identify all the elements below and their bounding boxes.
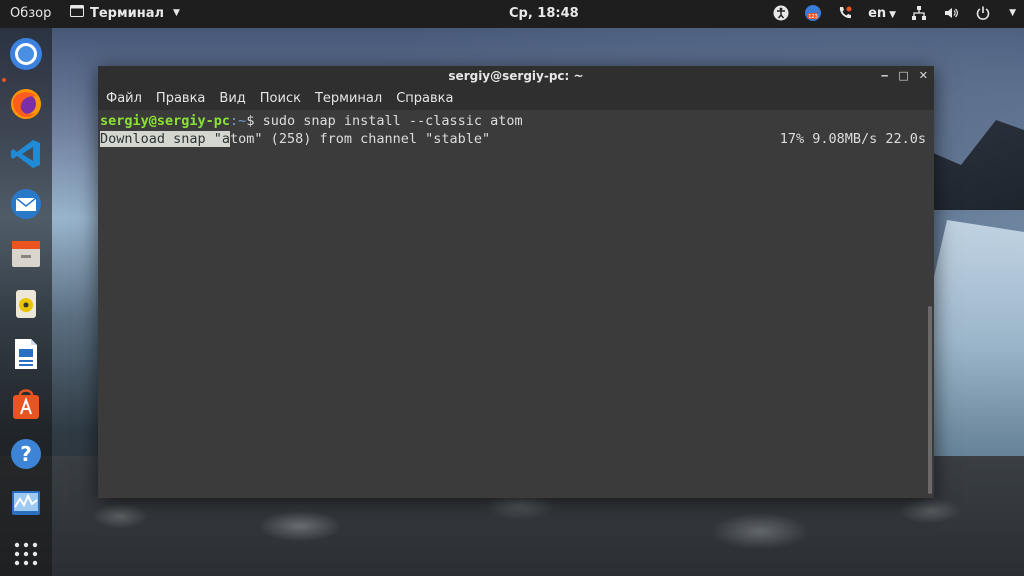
prompt-user: sergiy@sergiy-pc [100, 113, 231, 129]
minimize-icon[interactable]: ‒ [881, 66, 889, 86]
selected-text: Download snap "a [100, 131, 231, 147]
language-label: en [868, 5, 887, 21]
terminal-window[interactable]: sergiy@sergiy-pc: ~ ‒ □ ✕ Файл Правка Ви… [98, 66, 934, 498]
svg-text:?: ? [20, 442, 32, 466]
menu-view[interactable]: Вид [219, 91, 245, 106]
window-titlebar[interactable]: sergiy@sergiy-pc: ~ ‒ □ ✕ [98, 66, 934, 86]
files-icon[interactable] [8, 236, 44, 272]
menu-edit[interactable]: Правка [156, 91, 205, 106]
top-bar: Обзор Терминал ▼ Ср, 18:48 123 en ▼ ▼ [0, 0, 1024, 28]
menu-file[interactable]: Файл [106, 91, 142, 106]
chromium-icon[interactable] [8, 36, 44, 72]
chevron-down-icon[interactable]: ▼ [1009, 8, 1016, 18]
prompt-symbol: $ [246, 113, 263, 129]
prompt-line: sergiy@sergiy-pc:~$ sudo snap install --… [100, 112, 932, 130]
command-text: sudo snap install --classic atom [262, 113, 523, 129]
output-text: tom" (258) from channel "stable" [230, 131, 491, 147]
system-tray: 123 en ▼ ▼ [772, 4, 1016, 22]
network-icon[interactable] [910, 4, 928, 22]
system-monitor-icon[interactable] [8, 486, 44, 522]
power-icon[interactable] [974, 4, 992, 22]
vscode-icon[interactable] [8, 136, 44, 172]
close-icon[interactable]: ✕ [919, 66, 928, 86]
mail-icon[interactable] [8, 186, 44, 222]
app-menu-label: Терминал [90, 5, 165, 21]
app-grid-icon[interactable] [8, 536, 44, 572]
menu-search[interactable]: Поиск [260, 91, 301, 106]
clock[interactable]: Ср, 18:48 [509, 6, 579, 21]
download-progress: 17% 9.08MB/s 22.0s [779, 131, 926, 147]
writer-icon[interactable] [8, 336, 44, 372]
output-line: Download snap "atom" (258) from channel … [100, 130, 932, 148]
running-indicator [2, 78, 6, 82]
chevron-down-icon: ▼ [173, 8, 180, 18]
calendar-badge-icon[interactable]: 123 [804, 4, 822, 22]
chevron-down-icon: ▼ [889, 9, 897, 20]
svg-text:123: 123 [808, 14, 818, 20]
firefox-icon[interactable] [8, 86, 44, 122]
dock: ? [0, 28, 52, 576]
maximize-icon[interactable]: □ [898, 66, 908, 86]
menu-help[interactable]: Справка [396, 91, 453, 106]
phone-icon[interactable] [836, 4, 854, 22]
app-menu[interactable]: Терминал ▼ [70, 5, 180, 21]
window-controls: ‒ □ ✕ [881, 66, 928, 86]
help-icon[interactable]: ? [8, 436, 44, 472]
software-center-icon[interactable] [8, 386, 44, 422]
music-icon[interactable] [8, 286, 44, 322]
terminal-area[interactable]: sergiy@sergiy-pc:~$ sudo snap install --… [98, 110, 934, 498]
menu-bar: Файл Правка Вид Поиск Терминал Справка [98, 86, 934, 110]
terminal-scrollbar[interactable] [928, 306, 932, 494]
accessibility-icon[interactable] [772, 4, 790, 22]
window-title: sergiy@sergiy-pc: ~ [448, 69, 584, 83]
volume-icon[interactable] [942, 4, 960, 22]
activities-button[interactable]: Обзор [10, 6, 51, 21]
terminal-app-icon [70, 5, 84, 21]
language-indicator[interactable]: en ▼ [868, 6, 896, 21]
menu-terminal[interactable]: Терминал [315, 91, 382, 106]
prompt-path: :~ [230, 113, 247, 129]
